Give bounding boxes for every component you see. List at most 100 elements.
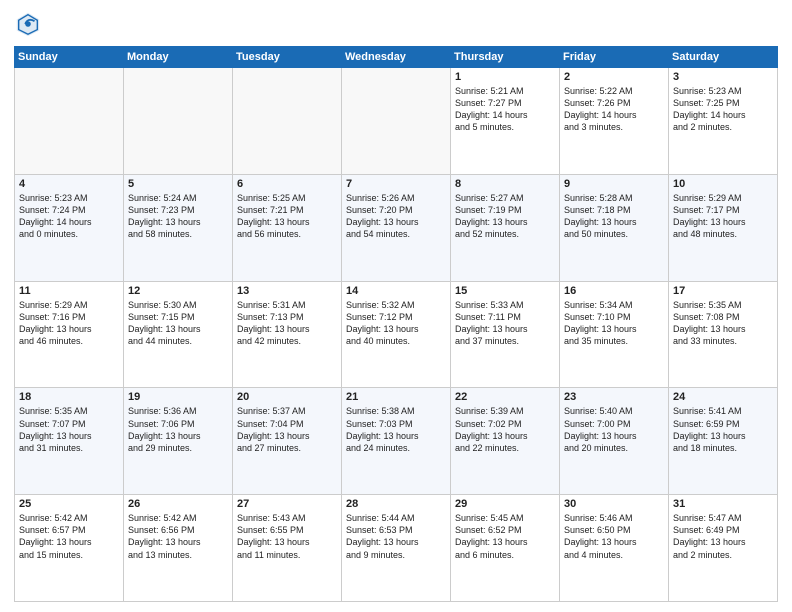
day-info: Sunrise: 5:28 AM Sunset: 7:18 PM Dayligh… <box>564 192 664 241</box>
day-number: 12 <box>128 285 228 297</box>
calendar-cell: 19 Sunrise: 5:36 AM Sunset: 7:06 PM Dayli… <box>124 388 233 495</box>
calendar-table: SundayMondayTuesdayWednesdayThursdayFrid… <box>14 46 778 602</box>
day-info: Sunrise: 5:34 AM Sunset: 7:10 PM Dayligh… <box>564 299 664 348</box>
day-number: 10 <box>673 178 773 190</box>
day-number: 19 <box>128 391 228 403</box>
day-number: 7 <box>346 178 446 190</box>
weekday-monday: Monday <box>124 47 233 68</box>
day-number: 14 <box>346 285 446 297</box>
weekday-saturday: Saturday <box>669 47 778 68</box>
calendar-cell: 20 Sunrise: 5:37 AM Sunset: 7:04 PM Dayli… <box>233 388 342 495</box>
week-row-1: 1 Sunrise: 5:21 AM Sunset: 7:27 PM Daylig… <box>15 68 778 175</box>
day-info: Sunrise: 5:29 AM Sunset: 7:17 PM Dayligh… <box>673 192 773 241</box>
calendar-cell: 9 Sunrise: 5:28 AM Sunset: 7:18 PM Daylig… <box>560 174 669 281</box>
day-number: 15 <box>455 285 555 297</box>
day-info: Sunrise: 5:24 AM Sunset: 7:23 PM Dayligh… <box>128 192 228 241</box>
logo <box>14 10 46 38</box>
day-number: 8 <box>455 178 555 190</box>
day-number: 27 <box>237 498 337 510</box>
day-info: Sunrise: 5:22 AM Sunset: 7:26 PM Dayligh… <box>564 85 664 134</box>
day-number: 13 <box>237 285 337 297</box>
day-number: 28 <box>346 498 446 510</box>
weekday-thursday: Thursday <box>451 47 560 68</box>
weekday-sunday: Sunday <box>15 47 124 68</box>
day-info: Sunrise: 5:23 AM Sunset: 7:24 PM Dayligh… <box>19 192 119 241</box>
calendar-cell: 28 Sunrise: 5:44 AM Sunset: 6:53 PM Dayli… <box>342 495 451 602</box>
calendar-cell: 15 Sunrise: 5:33 AM Sunset: 7:11 PM Dayli… <box>451 281 560 388</box>
day-info: Sunrise: 5:31 AM Sunset: 7:13 PM Dayligh… <box>237 299 337 348</box>
calendar-cell: 2 Sunrise: 5:22 AM Sunset: 7:26 PM Daylig… <box>560 68 669 175</box>
day-number: 11 <box>19 285 119 297</box>
day-number: 4 <box>19 178 119 190</box>
day-info: Sunrise: 5:39 AM Sunset: 7:02 PM Dayligh… <box>455 405 555 454</box>
calendar-cell: 4 Sunrise: 5:23 AM Sunset: 7:24 PM Daylig… <box>15 174 124 281</box>
calendar-cell: 5 Sunrise: 5:24 AM Sunset: 7:23 PM Daylig… <box>124 174 233 281</box>
day-number: 16 <box>564 285 664 297</box>
day-number: 23 <box>564 391 664 403</box>
day-number: 22 <box>455 391 555 403</box>
weekday-wednesday: Wednesday <box>342 47 451 68</box>
day-info: Sunrise: 5:42 AM Sunset: 6:57 PM Dayligh… <box>19 512 119 561</box>
calendar-cell: 23 Sunrise: 5:40 AM Sunset: 7:00 PM Dayli… <box>560 388 669 495</box>
weekday-friday: Friday <box>560 47 669 68</box>
day-number: 30 <box>564 498 664 510</box>
day-number: 29 <box>455 498 555 510</box>
calendar-cell: 27 Sunrise: 5:43 AM Sunset: 6:55 PM Dayli… <box>233 495 342 602</box>
day-info: Sunrise: 5:35 AM Sunset: 7:07 PM Dayligh… <box>19 405 119 454</box>
day-number: 21 <box>346 391 446 403</box>
day-info: Sunrise: 5:30 AM Sunset: 7:15 PM Dayligh… <box>128 299 228 348</box>
calendar-cell: 13 Sunrise: 5:31 AM Sunset: 7:13 PM Dayli… <box>233 281 342 388</box>
day-number: 1 <box>455 71 555 83</box>
calendar-cell: 16 Sunrise: 5:34 AM Sunset: 7:10 PM Dayli… <box>560 281 669 388</box>
day-info: Sunrise: 5:44 AM Sunset: 6:53 PM Dayligh… <box>346 512 446 561</box>
day-info: Sunrise: 5:38 AM Sunset: 7:03 PM Dayligh… <box>346 405 446 454</box>
calendar-cell: 18 Sunrise: 5:35 AM Sunset: 7:07 PM Dayli… <box>15 388 124 495</box>
calendar-cell: 26Sunrise: 5:42 AM Sunset: 6:56 PM Dayli… <box>124 495 233 602</box>
calendar-cell: 30 Sunrise: 5:46 AM Sunset: 6:50 PM Dayli… <box>560 495 669 602</box>
day-number: 20 <box>237 391 337 403</box>
calendar-cell <box>342 68 451 175</box>
day-info: Sunrise: 5:35 AM Sunset: 7:08 PM Dayligh… <box>673 299 773 348</box>
day-info: Sunrise: 5:45 AM Sunset: 6:52 PM Dayligh… <box>455 512 555 561</box>
day-info: Sunrise: 5:26 AM Sunset: 7:20 PM Dayligh… <box>346 192 446 241</box>
day-info: Sunrise: 5:37 AM Sunset: 7:04 PM Dayligh… <box>237 405 337 454</box>
day-info: Sunrise: 5:36 AM Sunset: 7:06 PM Dayligh… <box>128 405 228 454</box>
week-row-3: 11Sunrise: 5:29 AM Sunset: 7:16 PM Dayli… <box>15 281 778 388</box>
day-number: 3 <box>673 71 773 83</box>
calendar-cell: 12 Sunrise: 5:30 AM Sunset: 7:15 PM Dayli… <box>124 281 233 388</box>
week-row-5: 25 Sunrise: 5:42 AM Sunset: 6:57 PM Dayli… <box>15 495 778 602</box>
calendar-cell: 25 Sunrise: 5:42 AM Sunset: 6:57 PM Dayli… <box>15 495 124 602</box>
day-info: Sunrise: 5:43 AM Sunset: 6:55 PM Dayligh… <box>237 512 337 561</box>
day-info: Sunrise: 5:25 AM Sunset: 7:21 PM Dayligh… <box>237 192 337 241</box>
calendar-cell <box>233 68 342 175</box>
day-info: Sunrise: 5:46 AM Sunset: 6:50 PM Dayligh… <box>564 512 664 561</box>
calendar-cell: 10 Sunrise: 5:29 AM Sunset: 7:17 PM Dayli… <box>669 174 778 281</box>
header <box>14 10 778 38</box>
calendar-cell: 17 Sunrise: 5:35 AM Sunset: 7:08 PM Dayli… <box>669 281 778 388</box>
day-number: 6 <box>237 178 337 190</box>
day-info: Sunrise: 5:40 AM Sunset: 7:00 PM Dayligh… <box>564 405 664 454</box>
calendar-cell: 31Sunrise: 5:47 AM Sunset: 6:49 PM Dayli… <box>669 495 778 602</box>
day-number: 9 <box>564 178 664 190</box>
day-number: 18 <box>19 391 119 403</box>
day-info: Sunrise: 5:21 AM Sunset: 7:27 PM Dayligh… <box>455 85 555 134</box>
calendar-cell: 3Sunrise: 5:23 AM Sunset: 7:25 PM Daylig… <box>669 68 778 175</box>
weekday-tuesday: Tuesday <box>233 47 342 68</box>
page: SundayMondayTuesdayWednesdayThursdayFrid… <box>0 0 792 612</box>
calendar-cell <box>15 68 124 175</box>
day-number: 2 <box>564 71 664 83</box>
day-number: 25 <box>19 498 119 510</box>
calendar-cell: 22 Sunrise: 5:39 AM Sunset: 7:02 PM Dayli… <box>451 388 560 495</box>
calendar-cell: 8Sunrise: 5:27 AM Sunset: 7:19 PM Daylig… <box>451 174 560 281</box>
day-info: Sunrise: 5:47 AM Sunset: 6:49 PM Dayligh… <box>673 512 773 561</box>
day-info: Sunrise: 5:33 AM Sunset: 7:11 PM Dayligh… <box>455 299 555 348</box>
week-row-2: 4 Sunrise: 5:23 AM Sunset: 7:24 PM Daylig… <box>15 174 778 281</box>
day-info: Sunrise: 5:32 AM Sunset: 7:12 PM Dayligh… <box>346 299 446 348</box>
week-row-4: 18 Sunrise: 5:35 AM Sunset: 7:07 PM Dayli… <box>15 388 778 495</box>
day-number: 5 <box>128 178 228 190</box>
day-number: 17 <box>673 285 773 297</box>
calendar-cell: 6 Sunrise: 5:25 AM Sunset: 7:21 PM Daylig… <box>233 174 342 281</box>
logo-icon <box>14 10 42 38</box>
calendar-cell: 1 Sunrise: 5:21 AM Sunset: 7:27 PM Daylig… <box>451 68 560 175</box>
calendar-cell: 21 Sunrise: 5:38 AM Sunset: 7:03 PM Dayli… <box>342 388 451 495</box>
